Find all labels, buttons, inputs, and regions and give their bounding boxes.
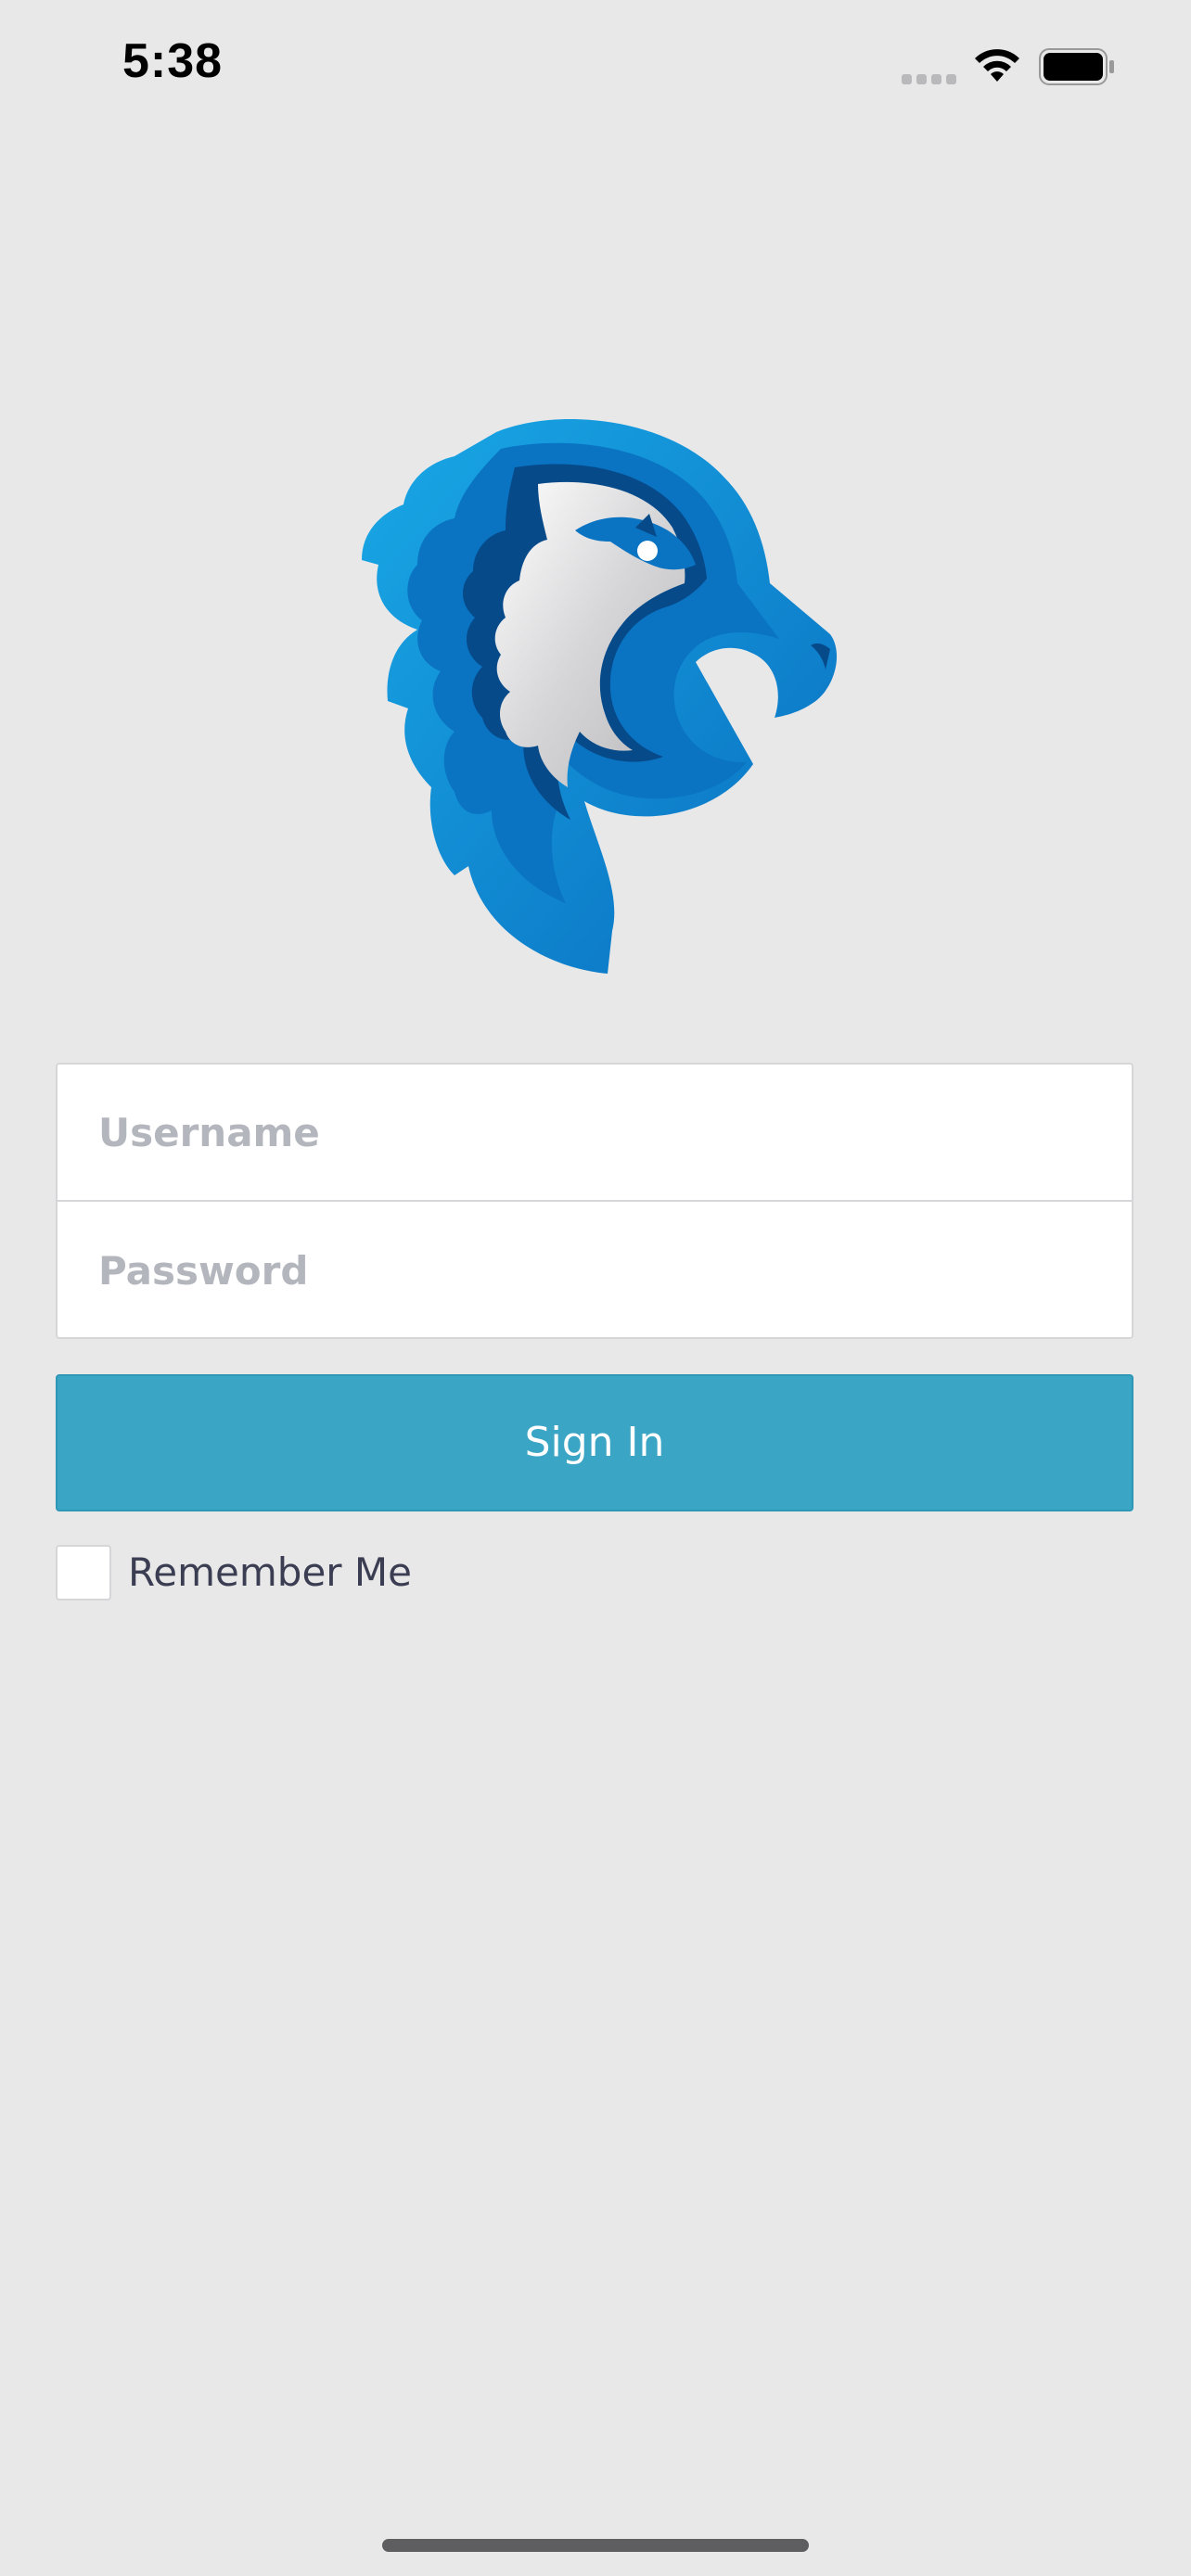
eagle-head-logo bbox=[362, 419, 838, 974]
remember-me-label[interactable]: Remember Me bbox=[128, 1547, 412, 1599]
battery-icon bbox=[1039, 48, 1114, 85]
remember-me-checkbox[interactable] bbox=[56, 1545, 111, 1600]
wifi-icon bbox=[975, 49, 1019, 82]
cellular-signal-icon bbox=[902, 74, 956, 84]
username-field-container bbox=[58, 1065, 1132, 1202]
login-form bbox=[56, 1063, 1133, 1339]
username-input[interactable] bbox=[58, 1065, 1132, 1200]
password-field-container bbox=[58, 1202, 1132, 1339]
password-input[interactable] bbox=[58, 1202, 1132, 1339]
status-bar: 5:38 bbox=[0, 0, 1191, 139]
home-indicator bbox=[382, 2539, 809, 2552]
sign-in-button[interactable]: Sign In bbox=[56, 1374, 1133, 1511]
status-time: 5:38 bbox=[122, 34, 224, 88]
